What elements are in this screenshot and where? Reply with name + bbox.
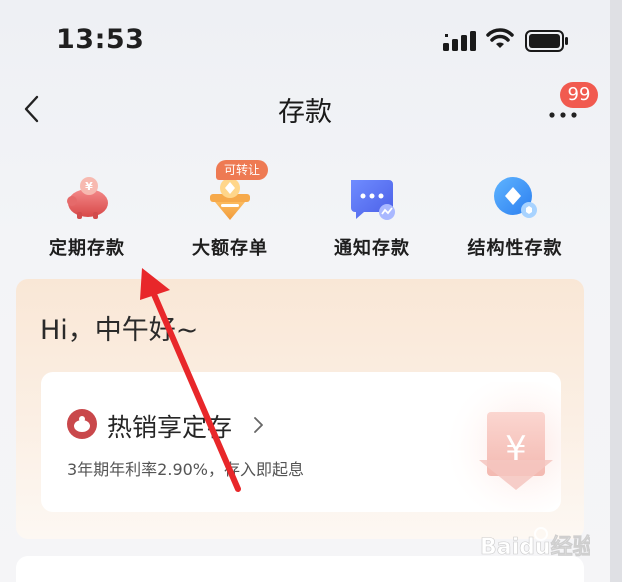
transferable-tag: 可转让 bbox=[216, 160, 269, 180]
page-title: 存款 bbox=[278, 97, 332, 128]
promo-title: 热销享定存 bbox=[107, 413, 233, 442]
piggy-bank-icon: ¥ bbox=[67, 177, 108, 219]
promo-card-hot-fixed-deposit[interactable]: 热销享定存 3年期年利率2.90%，存入即起息 ¥ bbox=[41, 372, 561, 512]
category-label: 定期存款 bbox=[49, 238, 125, 259]
category-notice-deposit[interactable]: 通知存款 bbox=[302, 170, 442, 260]
category-structured-deposit[interactable]: 结构性存款 bbox=[445, 170, 585, 260]
status-time: 13:53 bbox=[56, 24, 145, 55]
category-label: 结构性存款 bbox=[467, 238, 563, 259]
screen-edge bbox=[610, 0, 622, 582]
notification-badge: 99 bbox=[560, 82, 598, 108]
battery-icon bbox=[525, 30, 568, 52]
category-fixed-deposit[interactable]: ¥ 定期存款 bbox=[17, 170, 157, 260]
chevron-right-icon bbox=[254, 417, 263, 433]
promo-subtitle: 3年期年利率2.90%，存入即起息 bbox=[67, 460, 305, 479]
more-dots-icon bbox=[549, 112, 577, 118]
yen-decoration-icon: ¥ bbox=[446, 382, 561, 512]
watermark-url: jingyan.baidu.com bbox=[480, 560, 564, 570]
svg-text:¥: ¥ bbox=[85, 180, 93, 193]
piggy-badge-icon bbox=[67, 409, 97, 439]
wifi-icon bbox=[486, 28, 514, 48]
structured-deposit-icon bbox=[494, 177, 537, 218]
category-label: 通知存款 bbox=[334, 238, 410, 259]
greeting-text: Hi，中午好~ bbox=[40, 315, 199, 346]
chat-notice-icon bbox=[351, 180, 395, 220]
svg-text:¥: ¥ bbox=[505, 429, 527, 469]
cellular-signal-icon bbox=[443, 31, 476, 51]
category-large-deposit[interactable]: 大额存单 bbox=[160, 170, 300, 260]
svg-text:Baidu经验: Baidu经验 bbox=[480, 534, 590, 560]
category-label: 大额存单 bbox=[192, 238, 268, 259]
